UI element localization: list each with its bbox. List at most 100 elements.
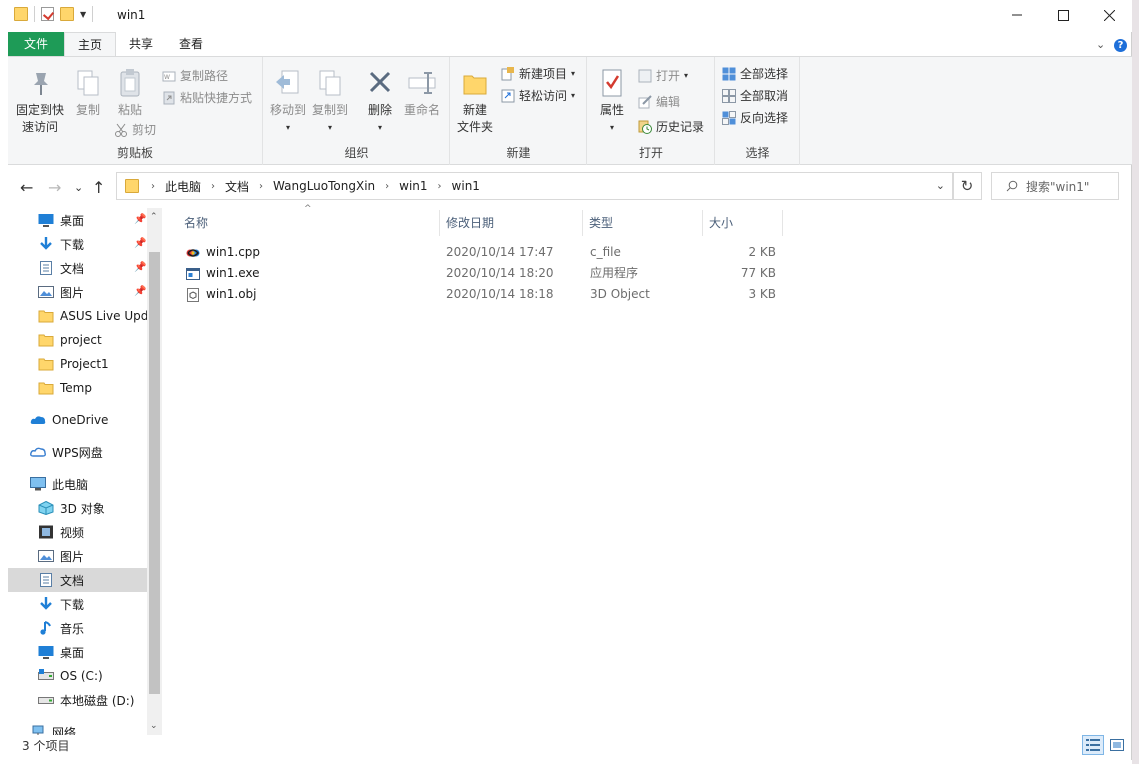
rename-button[interactable]: 重命名 [402,67,442,119]
new-folder-icon[interactable] [60,7,74,21]
pin-icon[interactable]: 📌 [134,262,146,273]
forward-button[interactable]: → [48,178,61,197]
new-item-button[interactable]: 新建项目 ▾ [501,65,575,82]
nav-item-onedrive[interactable]: OneDrive [8,408,147,432]
help-button[interactable]: ? [1114,38,1127,52]
document-icon [38,261,54,275]
group-label-clipboard: 剪贴板 [116,146,153,160]
computer-icon [30,477,46,491]
nav-item-temp[interactable]: Temp [8,376,147,400]
paste-shortcut-button[interactable]: 粘贴快捷方式 [162,89,252,106]
tab-home[interactable]: 主页 [64,32,117,56]
nav-item-pictures-pc[interactable]: 图片 [8,544,147,568]
pin-icon[interactable]: 📌 [134,214,146,225]
file-row[interactable]: win1.obj 2020/10/14 18:18 3D Object 3 KB [178,284,778,305]
file-row[interactable]: win1.exe 2020/10/14 18:20 应用程序 77 KB [178,263,778,284]
nav-item-music[interactable]: 音乐 [8,616,147,640]
nav-item-os-c[interactable]: OS (C:) [8,664,147,688]
navigation-bar: ← → ⌄ ↑ › 此电脑 › 文档 › WangLuoTongXin › wi… [8,170,1132,204]
file-modified: 2020/10/14 18:20 [446,266,554,280]
tab-file[interactable]: 文件 [8,32,64,56]
properties-button[interactable]: 属性 ▾ [592,67,632,136]
properties-check-icon[interactable] [41,7,54,21]
tab-view[interactable]: 查看 [166,32,216,56]
nav-item-pictures[interactable]: 图片 [8,280,147,304]
ribbon-collapse-chevron-icon[interactable]: ⌄ [1096,38,1105,51]
customize-toolbar-chevron-icon[interactable]: ▼ [80,10,86,19]
refresh-button[interactable]: ↻ [952,172,982,200]
nav-item-videos[interactable]: 视频 [8,520,147,544]
close-button[interactable] [1086,0,1132,30]
breadcrumb-separator-icon[interactable]: › [432,181,448,192]
breadcrumb-win1-parent[interactable]: win1 [395,179,431,193]
copy-button[interactable]: 复制 [68,67,108,119]
breadcrumb-separator-icon[interactable]: › [379,181,395,192]
pin-icon[interactable]: 📌 [134,286,146,297]
column-header-size[interactable]: 大小 [703,210,783,236]
folder-icon[interactable] [14,7,28,21]
breadcrumb-separator-icon[interactable]: › [253,181,269,192]
breadcrumb-win1-current[interactable]: win1 [448,179,484,193]
address-bar[interactable]: › 此电脑 › 文档 › WangLuoTongXin › win1 › win… [116,172,954,200]
breadcrumb-separator-icon[interactable]: › [205,181,221,192]
nav-item-3d-objects[interactable]: 3D 对象 [8,496,147,520]
nav-item-asus-live-update[interactable]: ASUS Live Upd [8,304,147,328]
tab-share[interactable]: 共享 [116,32,166,56]
scroll-down-chevron-icon[interactable]: ⌄ [150,721,158,731]
nav-item-project1[interactable]: Project1 [8,352,147,376]
select-none-button[interactable]: 全部取消 [722,87,788,104]
delete-label: 删除 [367,103,392,117]
invert-selection-button[interactable]: 反向选择 [722,109,788,126]
recent-locations-button[interactable]: ⌄ [74,181,83,194]
open-button[interactable]: 打开 ▾ [638,67,688,84]
address-dropdown-chevron-icon[interactable]: ⌄ [936,179,945,192]
file-row[interactable]: win1.cpp 2020/10/14 17:47 c_file 2 KB [178,242,778,263]
pictures-icon [38,285,54,299]
nav-item-documents-pc[interactable]: 文档 [8,568,147,592]
up-button[interactable]: ↑ [92,178,105,197]
select-all-button[interactable]: 全部选择 [722,65,788,82]
cut-button[interactable]: 剪切 [114,121,156,138]
nav-item-downloads-pc[interactable]: 下载 [8,592,147,616]
copy-to-button[interactable]: 复制到 ▾ [310,67,350,136]
column-header-type[interactable]: 类型 [583,210,703,236]
nav-pane-scrollbar[interactable]: ⌃ ⌄ [147,208,162,735]
minimize-button[interactable] [994,0,1040,30]
copy-path-icon: W [162,69,176,83]
move-to-button[interactable]: 移动到 ▾ [268,67,308,136]
search-input[interactable]: 搜索"win1" [991,172,1119,200]
paste-button[interactable]: 粘贴 [110,67,150,119]
3d-objects-icon [38,500,54,516]
maximize-button[interactable] [1040,0,1086,30]
back-button[interactable]: ← [20,178,33,197]
column-header-name[interactable]: 名称 [178,210,440,236]
nav-item-this-pc[interactable]: 此电脑 [8,472,147,496]
scrollbar-thumb[interactable] [149,252,160,694]
breadcrumb-separator-icon[interactable]: › [145,181,161,192]
large-icons-view-button[interactable] [1106,735,1128,755]
column-header-modified[interactable]: 修改日期 [440,210,583,236]
nav-item-downloads[interactable]: 下载 [8,232,147,256]
copy-path-button[interactable]: W 复制路径 [162,67,228,84]
nav-item-desktop-pc[interactable]: 桌面 [8,640,147,664]
delete-button[interactable]: 删除 ▾ [364,67,396,136]
easy-access-button[interactable]: 轻松访问 ▾ [501,87,575,104]
pin-quick-access-button[interactable]: 固定到快 速访问 [12,67,68,136]
details-view-button[interactable] [1082,735,1104,755]
videos-icon [38,525,54,539]
breadcrumb-documents[interactable]: 文档 [221,178,253,195]
nav-item-documents[interactable]: 文档 [8,256,147,280]
pin-icon[interactable]: 📌 [134,238,146,249]
nav-item-wps[interactable]: WPS网盘 [8,440,147,464]
history-button[interactable]: 历史记录 [638,118,704,135]
scroll-up-chevron-icon[interactable]: ⌃ [150,212,158,222]
breadcrumb-this-pc[interactable]: 此电脑 [161,178,205,195]
breadcrumb-wangluotongxin[interactable]: WangLuoTongXin [269,179,379,193]
edit-button[interactable]: 编辑 [638,93,680,110]
nav-item-project[interactable]: project [8,328,147,352]
new-folder-button[interactable]: 新建 文件夹 [455,67,495,136]
nav-item-network[interactable]: 网络 [8,720,147,735]
nav-item-desktop[interactable]: 桌面 [8,208,147,232]
nav-item-local-disk-d[interactable]: 本地磁盘 (D:) [8,688,147,712]
nav-label: 文档 [60,573,85,588]
